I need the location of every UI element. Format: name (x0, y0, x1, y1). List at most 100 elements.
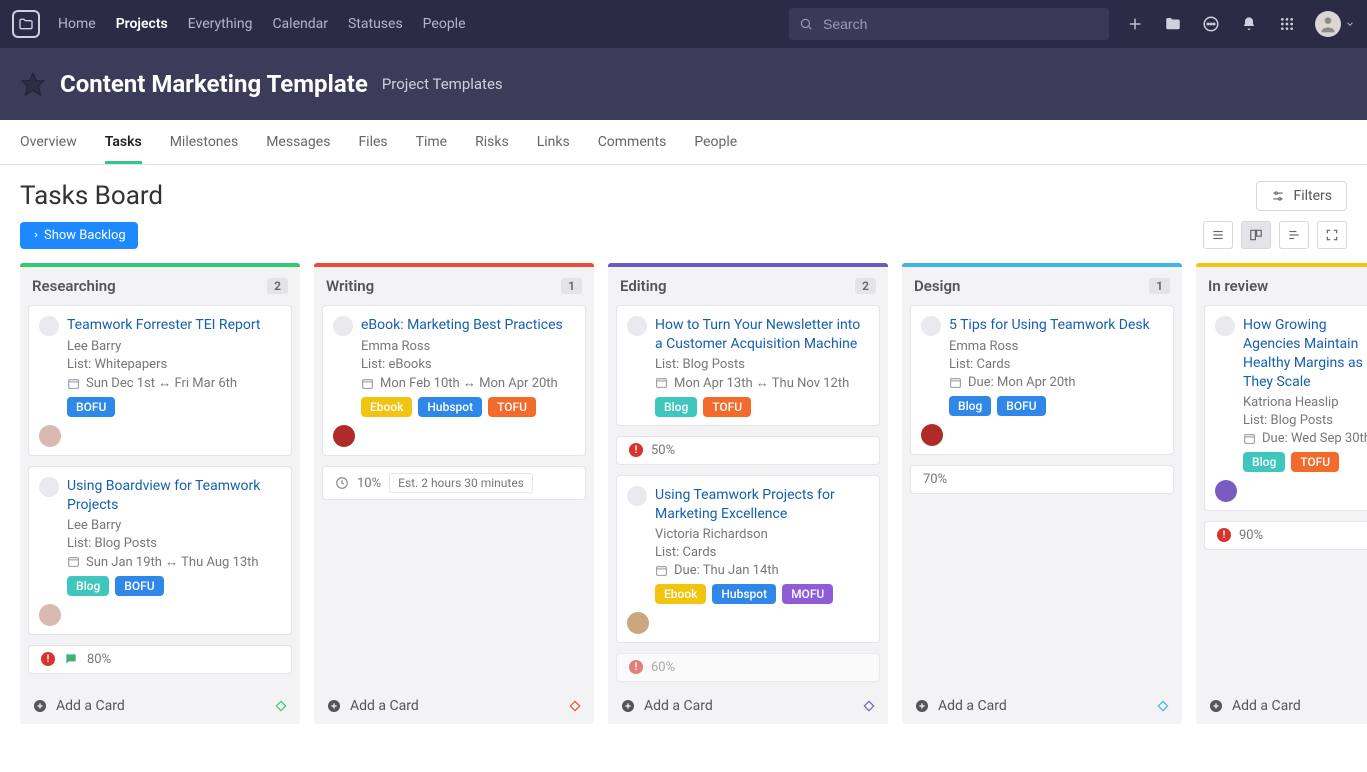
tag[interactable]: MOFU (782, 584, 833, 604)
view-list-button[interactable] (1203, 221, 1233, 249)
task-title: Teamwork Forrester TEI Report (67, 316, 261, 336)
progress-value: 60% (651, 660, 675, 675)
task-tags: Ebook Hubspot TOFU (361, 397, 575, 417)
chevron-right-icon (32, 230, 40, 240)
task-card[interactable]: Using Teamwork Projects for Marketing Ex… (616, 475, 880, 643)
tag[interactable]: Hubspot (712, 584, 776, 604)
tab-risks[interactable]: Risks (475, 120, 509, 164)
column-settings-icon[interactable] (568, 699, 582, 713)
column-title: In review (1208, 277, 1268, 295)
star-icon[interactable] (20, 71, 46, 97)
assignee-avatar[interactable] (1215, 480, 1237, 502)
column-footer: Add a Card (608, 688, 888, 724)
nav-home[interactable]: Home (58, 16, 96, 32)
task-complete-toggle[interactable] (627, 486, 647, 506)
task-card[interactable]: How Growing Agencies Maintain Healthy Ma… (1204, 305, 1367, 511)
global-search[interactable] (789, 8, 1109, 40)
task-complete-toggle[interactable] (39, 316, 59, 336)
tab-comments[interactable]: Comments (598, 120, 667, 164)
task-card[interactable]: 5 Tips for Using Teamwork Desk Emma Ross… (910, 305, 1174, 455)
view-board-button[interactable] (1241, 221, 1271, 249)
tag[interactable]: TOFU (703, 397, 751, 417)
project-tabs: Overview Tasks Milestones Messages Files… (0, 120, 1367, 165)
add-card-button[interactable]: Add a Card (326, 698, 419, 714)
progress-value: 10% (357, 476, 381, 491)
assignee-avatar[interactable] (39, 604, 61, 626)
task-complete-toggle[interactable] (921, 316, 941, 336)
tag[interactable]: Hubspot (418, 397, 482, 417)
tab-messages[interactable]: Messages (266, 120, 330, 164)
add-card-button[interactable]: Add a Card (620, 698, 713, 714)
view-gantt-button[interactable] (1279, 221, 1309, 249)
add-icon[interactable] (1125, 14, 1145, 34)
card-stats-row: ! 90% (1204, 521, 1367, 550)
tag[interactable]: BOFU (997, 396, 1045, 416)
tag[interactable]: Blog (949, 396, 991, 416)
bell-icon[interactable] (1239, 14, 1259, 34)
task-complete-toggle[interactable] (39, 477, 59, 497)
tab-milestones[interactable]: Milestones (170, 120, 239, 164)
view-fullscreen-button[interactable] (1317, 221, 1347, 249)
folder-icon[interactable] (1163, 14, 1183, 34)
nav-everything[interactable]: Everything (188, 16, 253, 32)
task-card[interactable]: eBook: Marketing Best Practices Emma Ros… (322, 305, 586, 456)
tab-tasks[interactable]: Tasks (105, 120, 142, 164)
comment-icon (63, 652, 79, 666)
tab-people[interactable]: People (694, 120, 737, 164)
column-footer: Add a Card (20, 688, 300, 724)
project-subtitle[interactable]: Project Templates (382, 75, 503, 93)
task-title: 5 Tips for Using Teamwork Desk (949, 316, 1150, 336)
assignee-avatar[interactable] (921, 424, 943, 446)
assignee-avatar[interactable] (627, 612, 649, 634)
tag[interactable]: BOFU (115, 576, 163, 596)
task-card[interactable]: Using Boardview for Teamwork Projects Le… (28, 466, 292, 635)
tag[interactable]: BOFU (67, 397, 115, 417)
tag[interactable]: TOFU (488, 397, 536, 417)
task-assignee: Katriona Heaslip (1243, 395, 1367, 410)
task-complete-toggle[interactable] (1215, 316, 1235, 336)
tag[interactable]: Ebook (361, 397, 412, 417)
tab-time[interactable]: Time (416, 120, 447, 164)
show-backlog-button[interactable]: Show Backlog (20, 222, 138, 249)
tag[interactable]: TOFU (1291, 452, 1339, 472)
task-list: List: Blog Posts (655, 357, 869, 372)
task-complete-toggle[interactable] (333, 316, 353, 336)
tab-files[interactable]: Files (358, 120, 387, 164)
apps-grid-icon[interactable] (1277, 14, 1297, 34)
task-tags: Blog BOFU (67, 576, 281, 596)
assignee-avatar[interactable] (39, 425, 61, 447)
column-settings-icon[interactable] (274, 699, 288, 713)
app-logo[interactable] (12, 10, 40, 38)
calendar-icon (949, 376, 962, 389)
task-complete-toggle[interactable] (627, 316, 647, 336)
user-avatar (1315, 11, 1341, 37)
filters-button[interactable]: Filters (1256, 181, 1347, 211)
nav-statuses[interactable]: Statuses (348, 16, 403, 32)
task-assignee: Lee Barry (67, 339, 281, 354)
tab-links[interactable]: Links (537, 120, 570, 164)
user-menu[interactable] (1315, 11, 1355, 37)
nav-projects[interactable]: Projects (116, 16, 168, 32)
add-card-button[interactable]: Add a Card (32, 698, 125, 714)
column-settings-icon[interactable] (1156, 699, 1170, 713)
task-title: Using Teamwork Projects for Marketing Ex… (655, 486, 869, 524)
nav-people[interactable]: People (423, 16, 466, 32)
nav-calendar[interactable]: Calendar (272, 16, 328, 32)
task-card[interactable]: Teamwork Forrester TEI Report Lee Barry … (28, 305, 292, 456)
tag[interactable]: Ebook (655, 584, 706, 604)
task-card[interactable]: How to Turn Your Newsletter into a Custo… (616, 305, 880, 426)
calendar-icon (67, 555, 80, 568)
search-input[interactable] (821, 15, 1099, 33)
assignee-avatar[interactable] (333, 425, 355, 447)
tag[interactable]: Blog (67, 576, 109, 596)
task-list: List: Whitepapers (67, 357, 281, 372)
tab-overview[interactable]: Overview (20, 120, 77, 164)
tag[interactable]: Blog (1243, 452, 1285, 472)
add-card-button[interactable]: Add a Card (914, 698, 1007, 714)
chat-icon[interactable] (1201, 14, 1221, 34)
column-writing: Writing 1 eBook: Marketing Best Practice… (314, 263, 594, 724)
add-card-button[interactable]: Add a Card (1208, 698, 1301, 714)
task-tags: Blog TOFU (655, 397, 869, 417)
tag[interactable]: Blog (655, 397, 697, 417)
column-settings-icon[interactable] (862, 699, 876, 713)
